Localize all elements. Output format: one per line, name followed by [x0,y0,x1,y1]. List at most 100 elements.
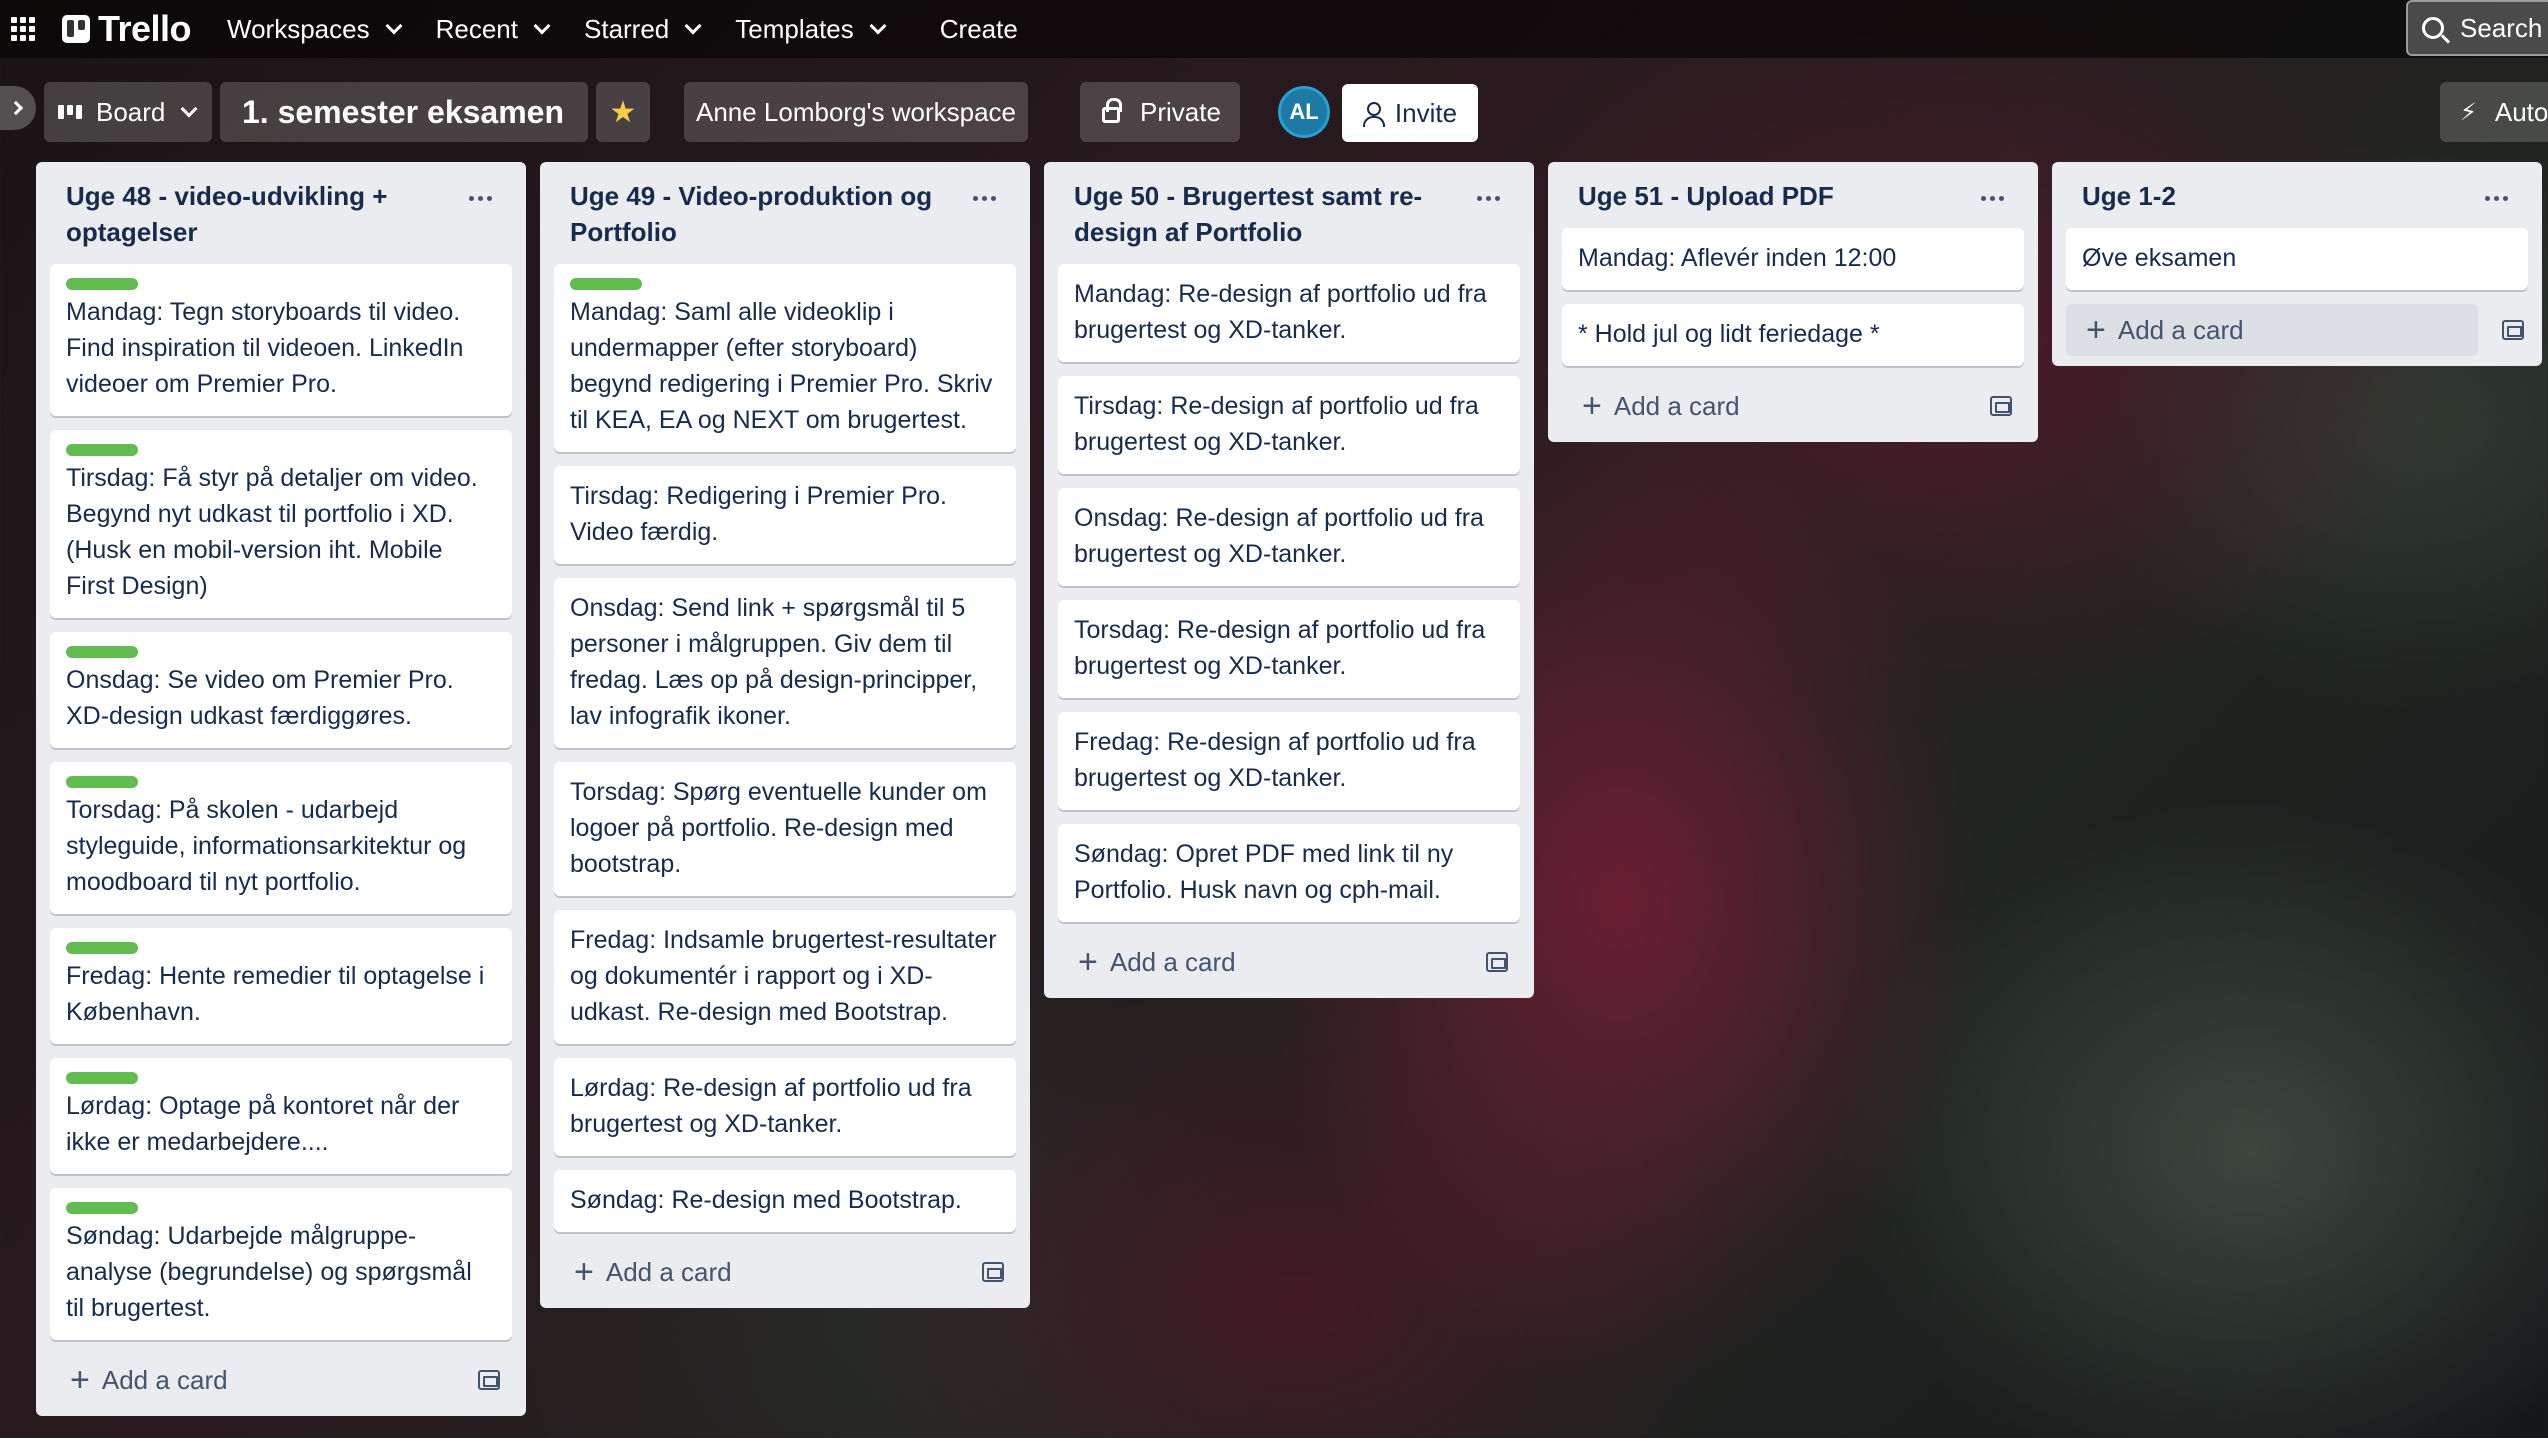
workspace-label: Anne Lomborg's workspace [695,96,1017,127]
green-label[interactable] [66,444,138,456]
more-options-icon[interactable] [469,196,492,201]
add-card-button[interactable]: + Add a card [2066,304,2478,356]
card[interactable]: Mandag: Tegn storyboards til video. Find… [50,264,512,416]
view-switcher-button[interactable]: Board [44,82,212,142]
search-icon [2422,17,2444,39]
add-card-button[interactable]: + Add a card [50,1354,512,1406]
add-card-button[interactable]: + Add a card [554,1246,1016,1298]
automation-button[interactable]: ⚡ Auto [2440,82,2548,142]
card[interactable]: Søndag: Udarbejde målgruppe-analyse (beg… [50,1188,512,1340]
card-text: * Hold jul og lidt feriedage * [1578,320,1880,348]
card[interactable]: Tirsdag: Re-design af portfolio ud fra b… [1058,376,1520,474]
recent-menu[interactable]: Recent [436,14,551,45]
card[interactable]: Torsdag: Spørg eventuelle kunder om logo… [554,762,1016,896]
add-person-icon [1362,102,1385,127]
card[interactable]: Mandag: Re-design af portfolio ud fra br… [1058,264,1520,362]
card[interactable]: Lørdag: Optage på kontoret når der ikke … [50,1058,512,1174]
green-label[interactable] [66,1072,138,1084]
card[interactable]: Onsdag: Send link + spørgsmål til 5 pers… [554,578,1016,748]
card-text: Fredag: Hente remedier til optagelse i K… [66,962,485,1026]
card[interactable]: Søndag: Opret PDF med link til ny Portfo… [1058,824,1520,922]
card-text: Lørdag: Re-design af portfolio ud fra br… [570,1074,972,1138]
list-title[interactable]: Uge 51 - Upload PDF [1578,178,1958,214]
create-button[interactable]: Create [940,14,1018,45]
green-label[interactable] [66,278,138,290]
add-card-label: Add a card [101,1364,228,1395]
star-icon: ★ [609,95,637,129]
green-label[interactable] [66,942,138,954]
card[interactable]: Lørdag: Re-design af portfolio ud fra br… [554,1058,1016,1156]
green-label[interactable] [570,278,642,290]
add-card-label: Add a card [1613,390,1740,421]
starred-menu[interactable]: Starred [584,13,702,45]
card[interactable]: Fredag: Hente remedier til optagelse i K… [50,928,512,1044]
card[interactable]: Fredag: Re-design af portfolio ud fra br… [1058,712,1520,810]
card-text: Søndag: Opret PDF med link til ny Portfo… [1074,840,1454,904]
card-text: Tirsdag: Re-design af portfolio ud fra b… [1074,392,1479,456]
more-options-icon[interactable] [2485,196,2508,201]
plus-icon: + [1582,387,1602,425]
green-label[interactable] [66,1202,138,1214]
card-text: Torsdag: Spørg eventuelle kunder om logo… [570,778,987,878]
card[interactable]: Mandag: Aflevér inden 12:00 [1562,228,2024,290]
card[interactable]: Torsdag: På skolen - udarbejd styleguide… [50,762,512,914]
card-template-icon[interactable] [1486,952,1508,972]
star-button[interactable]: ★ [596,82,650,142]
invite-button[interactable]: Invite [1342,84,1478,142]
card[interactable]: Søndag: Re-design med Bootstrap. [554,1170,1016,1232]
card[interactable]: Øve eksamen [2066,228,2528,290]
templates-menu[interactable]: Templates [735,13,887,45]
list-title[interactable]: Uge 48 - video-udvikling + optagelser [66,178,446,250]
card[interactable]: Tirsdag: Få styr på detaljer om video. B… [50,430,512,618]
add-card-label: Add a card [605,1256,732,1287]
card-text: Lørdag: Optage på kontoret når der ikke … [66,1092,460,1156]
list-uge-48: Uge 48 - video-udvikling + optagelser Ma… [36,162,526,1416]
add-card-button[interactable]: + Add a card [1058,936,1520,988]
trello-logo[interactable]: Trello [62,8,192,50]
search-label: Search [2460,12,2543,43]
green-label[interactable] [66,776,138,788]
card-template-icon[interactable] [1990,396,2012,416]
card[interactable]: * Hold jul og lidt feriedage * [1562,304,2024,366]
chevron-down-icon [869,17,887,35]
list-title[interactable]: Uge 1-2 [2082,178,2462,214]
card[interactable]: Mandag: Saml alle videoklip i undermappe… [554,264,1016,452]
workspaces-menu[interactable]: Workspaces [227,14,403,45]
card[interactable]: Torsdag: Re-design af portfolio ud fra b… [1058,600,1520,698]
card[interactable]: Tirsdag: Redigering i Premier Pro. Video… [554,466,1016,564]
card[interactable]: Onsdag: Re-design af portfolio ud fra br… [1058,488,1520,586]
templates-label: Templates [735,13,854,44]
search-input[interactable]: Search [2406,0,2548,56]
card-text: Tirsdag: Få styr på detaljer om video. B… [66,464,478,600]
green-label[interactable] [66,646,138,658]
list-uge-51: Uge 51 - Upload PDF Mandag: Aflevér inde… [1548,162,2038,442]
workspace-button[interactable]: Anne Lomborg's workspace [684,82,1028,142]
add-card-button[interactable]: + Add a card [1562,380,2024,432]
list-title[interactable]: Uge 50 - Brugertest samt re-design af Po… [1074,178,1454,250]
app-switcher-icon[interactable] [10,16,36,42]
board-title: 1. semester eksamen [242,93,564,130]
card-template-icon[interactable] [982,1262,1004,1282]
card-template-icon[interactable] [2502,320,2524,340]
card-text: Torsdag: På skolen - udarbejd styleguide… [66,796,467,896]
more-options-icon[interactable] [1981,196,2004,201]
card-text: Øve eksamen [2082,244,2237,272]
automation-label: Auto [2494,96,2548,127]
more-options-icon[interactable] [973,196,996,201]
card[interactable]: Fredag: Indsamle brugertest-resultater o… [554,910,1016,1044]
card[interactable]: Onsdag: Se video om Premier Pro. XD-desi… [50,632,512,748]
card-text: Mandag: Re-design af portfolio ud fra br… [1074,280,1487,344]
more-options-icon[interactable] [1477,196,1500,201]
list-uge-50: Uge 50 - Brugertest samt re-design af Po… [1044,162,1534,998]
visibility-button[interactable]: Private [1080,82,1240,142]
avatar[interactable]: AL [1278,86,1330,138]
card-text: Fredag: Re-design af portfolio ud fra br… [1074,728,1476,792]
card-text: Fredag: Indsamle brugertest-resultater o… [570,926,997,1026]
chevron-down-icon [533,17,551,35]
list-title[interactable]: Uge 49 - Video-produktion og Portfolio [570,178,950,250]
starred-label: Starred [584,13,670,44]
card-text: Mandag: Aflevér inden 12:00 [1578,244,1897,272]
trello-logo-icon [62,15,90,43]
board-title-button[interactable]: 1. semester eksamen [220,82,588,142]
card-template-icon[interactable] [478,1370,500,1390]
